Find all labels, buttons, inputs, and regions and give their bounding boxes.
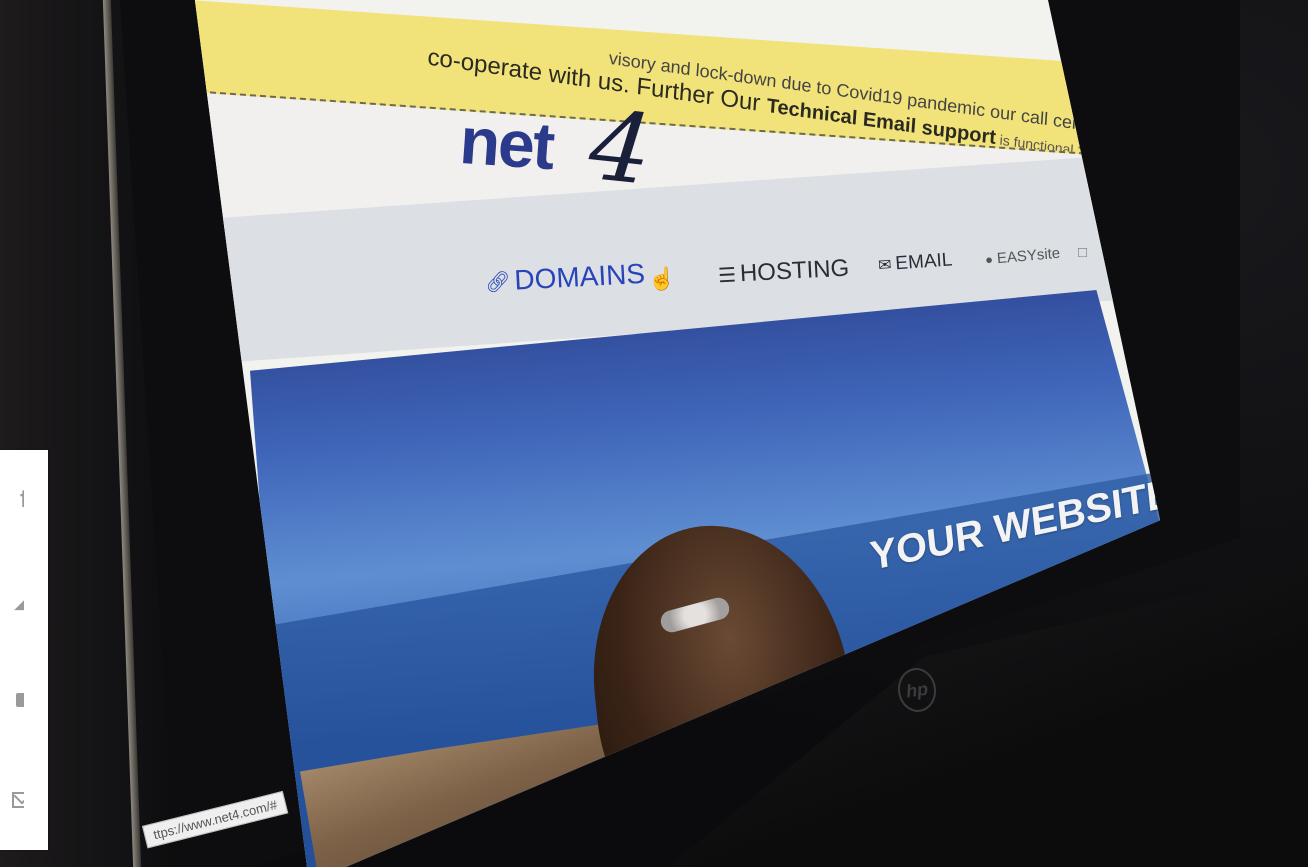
flipboard-icon bbox=[16, 693, 24, 707]
nav-domains-label: DOMAINS bbox=[513, 257, 646, 296]
nav-more-item[interactable]: □ bbox=[1078, 244, 1087, 261]
facebook-share-button[interactable]: f bbox=[0, 488, 24, 512]
twitter-icon: ◢ bbox=[15, 588, 24, 612]
nav-hosting-label: HOSTING bbox=[739, 254, 850, 288]
calendar-icon: □ bbox=[1078, 244, 1088, 261]
envelope-icon: ✉ bbox=[877, 256, 893, 275]
email-icon bbox=[12, 792, 24, 808]
database-icon: ☰ bbox=[717, 264, 737, 287]
site-logo[interactable]: net bbox=[457, 102, 556, 184]
globe-icon: ● bbox=[984, 251, 994, 268]
nav-email-label: EMAIL bbox=[894, 249, 954, 275]
twitter-share-button[interactable]: ◢ bbox=[0, 588, 24, 612]
link-icon: 🔗︎ bbox=[484, 270, 512, 294]
facebook-icon: f bbox=[20, 488, 24, 512]
flipboard-share-button[interactable] bbox=[0, 688, 24, 712]
hand-pointer-icon: ☝ bbox=[648, 266, 676, 291]
email-share-button[interactable] bbox=[0, 788, 24, 812]
